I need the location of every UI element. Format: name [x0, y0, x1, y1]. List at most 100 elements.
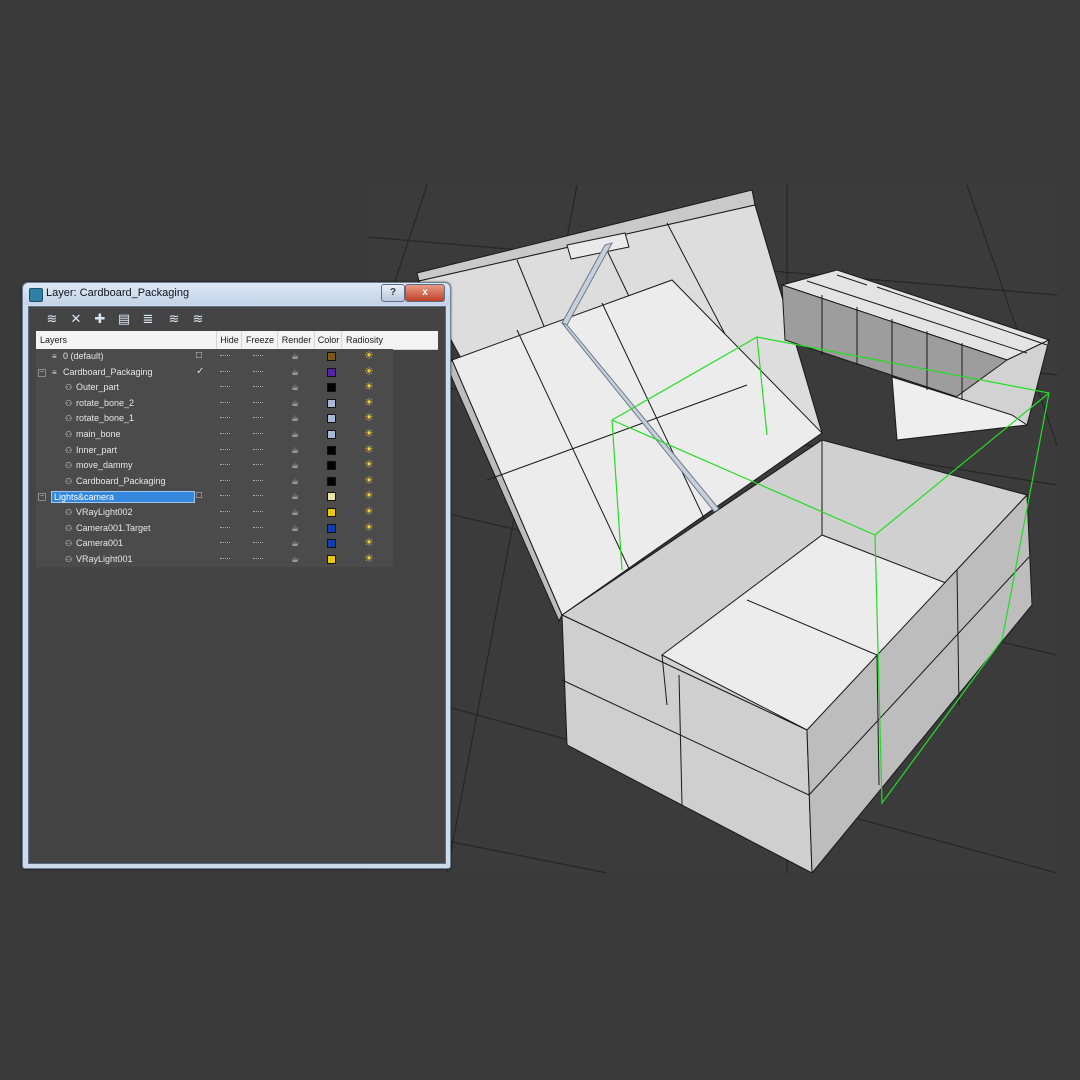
hide-toggle[interactable] [220, 448, 230, 452]
layer-name[interactable]: Inner_part [76, 445, 117, 455]
hide-toggle[interactable] [220, 401, 230, 405]
hide-toggle[interactable] [220, 542, 230, 545]
radiosity-sun-icon[interactable]: ☀ [364, 474, 374, 488]
layer-row[interactable]: ⚇ main_bone ☕ ☀ [36, 426, 393, 443]
color-swatch[interactable] [327, 429, 336, 439]
freeze-toggle[interactable] [253, 510, 263, 514]
layer-row[interactable]: ⚇ VRayLight001 ☕ ☀ [36, 551, 393, 568]
freeze-toggle[interactable] [253, 526, 263, 530]
hide-toggle[interactable] [220, 355, 230, 358]
color-swatch[interactable] [327, 367, 336, 377]
freeze-toggle[interactable] [253, 386, 263, 389]
render-teapot-icon[interactable]: ☕ [291, 507, 299, 517]
hide-toggle[interactable] [220, 370, 230, 374]
hide-toggle[interactable] [220, 464, 230, 467]
radiosity-sun-icon[interactable]: ☀ [364, 505, 374, 519]
radiosity-sun-icon[interactable]: ☀ [364, 380, 374, 394]
render-teapot-icon[interactable]: ☕ [291, 429, 299, 439]
hide-toggle[interactable] [220, 479, 230, 483]
freeze-toggle[interactable] [253, 464, 263, 467]
radiosity-sun-icon[interactable]: ☀ [364, 365, 374, 379]
layer-name[interactable]: move_dammy [76, 460, 133, 470]
hide-toggle[interactable] [220, 417, 230, 420]
hide-toggle[interactable] [220, 557, 230, 561]
layer-row[interactable]: ⚇ rotate_bone_1 ☕ ☀ [36, 411, 393, 427]
layer-name[interactable]: Camera001 [76, 538, 123, 548]
radiosity-sun-icon[interactable]: ☀ [364, 536, 374, 550]
add-icon[interactable]: ✚ [92, 311, 108, 327]
radiosity-sun-icon[interactable]: ☀ [364, 443, 374, 457]
radiosity-sun-icon[interactable]: ☀ [364, 552, 374, 566]
dialog-titlebar[interactable]: Layer: Cardboard_Packaging ? x [23, 283, 450, 305]
layer-name[interactable]: 0 (default) [63, 351, 104, 361]
color-swatch[interactable] [327, 507, 336, 517]
layer-name[interactable]: Lights&camera [51, 491, 195, 504]
render-teapot-icon[interactable]: ☕ [291, 445, 299, 455]
freeze-toggle[interactable] [253, 542, 263, 545]
col-freeze[interactable]: Freeze [241, 331, 278, 349]
freeze-toggle[interactable] [253, 479, 263, 483]
highlight-icon[interactable]: ≣ [140, 311, 156, 327]
layer-row[interactable]: ⚇ Camera001 ☕ ☀ [36, 536, 393, 552]
freeze-toggle[interactable] [253, 432, 263, 436]
render-teapot-icon[interactable]: ☕ [291, 539, 299, 548]
radiosity-sun-icon[interactable]: ☀ [364, 427, 374, 441]
layer-name[interactable]: rotate_bone_1 [76, 413, 134, 423]
col-layers[interactable]: Layers [36, 331, 220, 349]
layer-row[interactable]: ≡ 0 (default) □ ☕ ☀ [36, 349, 393, 365]
delete-icon[interactable]: ✕ [68, 311, 84, 327]
render-teapot-icon[interactable]: ☕ [291, 414, 299, 423]
layer-name[interactable]: VRayLight001 [76, 554, 133, 564]
expand-toggle[interactable]: − [38, 493, 46, 502]
freeze-toggle[interactable] [253, 401, 263, 405]
render-teapot-icon[interactable]: ☕ [291, 398, 299, 408]
new-layer-icon[interactable]: ≋ [44, 311, 60, 327]
freeze-toggle[interactable] [253, 495, 263, 498]
freeze-toggle[interactable] [253, 370, 263, 374]
radiosity-sun-icon[interactable]: ☀ [364, 458, 374, 472]
viewport[interactable] [367, 185, 1057, 873]
color-swatch[interactable] [327, 523, 336, 533]
radiosity-sun-icon[interactable]: ☀ [364, 521, 374, 535]
color-swatch[interactable] [327, 352, 336, 361]
layer-name[interactable]: Cardboard_Packaging [76, 476, 166, 486]
col-hide[interactable]: Hide [216, 331, 242, 349]
col-radiosity[interactable]: Radiosity [341, 331, 387, 349]
hide-toggle[interactable] [220, 495, 230, 498]
color-swatch[interactable] [327, 398, 336, 408]
layer-name[interactable]: Outer_part [76, 382, 119, 392]
radiosity-sun-icon[interactable]: ☀ [364, 396, 374, 410]
hide-toggle[interactable] [220, 526, 230, 530]
layer-row[interactable]: ⚇ Outer_part ☕ ☀ [36, 380, 393, 396]
hide-toggle[interactable] [220, 510, 230, 514]
help-button[interactable]: ? [381, 284, 405, 302]
color-swatch[interactable] [327, 414, 336, 424]
color-swatch[interactable] [327, 461, 336, 471]
radiosity-sun-icon[interactable]: ☀ [364, 411, 374, 425]
render-teapot-icon[interactable]: ☕ [291, 352, 299, 361]
color-swatch[interactable] [327, 476, 336, 486]
render-teapot-icon[interactable]: ☕ [291, 461, 299, 470]
layer-row[interactable]: ⚇ Camera001.Target ☕ ☀ [36, 520, 393, 537]
freeze-toggle[interactable] [253, 557, 263, 561]
layer-name[interactable]: VRayLight002 [76, 507, 133, 517]
layer-name[interactable]: rotate_bone_2 [76, 398, 134, 408]
render-teapot-icon[interactable]: ☕ [291, 367, 299, 377]
layer-name[interactable]: main_bone [76, 429, 121, 439]
color-swatch[interactable] [327, 445, 336, 455]
current-layer-toggle[interactable]: □ [196, 350, 202, 361]
color-swatch[interactable] [327, 539, 336, 549]
render-teapot-icon[interactable]: ☕ [291, 523, 299, 533]
expand-toggle[interactable]: − [38, 368, 46, 377]
col-color[interactable]: Color [314, 331, 342, 349]
layer-name[interactable]: Cardboard_Packaging [63, 367, 153, 377]
hide-toggle[interactable] [220, 432, 230, 436]
layer-row[interactable]: ⚇ rotate_bone_2 ☕ ☀ [36, 395, 393, 412]
color-swatch[interactable] [327, 554, 336, 564]
layer-row[interactable]: − ≡ Cardboard_Packaging ✓ ☕ ☀ [36, 364, 393, 381]
freeze-all-icon[interactable]: ≋ [190, 311, 206, 327]
render-teapot-icon[interactable]: ☕ [291, 554, 299, 564]
color-swatch[interactable] [327, 383, 336, 393]
current-layer-toggle[interactable]: ✓ [196, 366, 204, 377]
hide-toggle[interactable] [220, 386, 230, 389]
